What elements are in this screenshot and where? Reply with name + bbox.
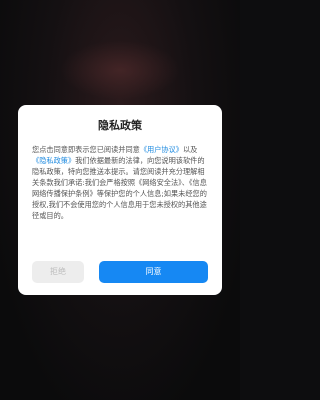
dialog-button-row: 拒绝 同意: [32, 261, 208, 283]
privacy-dialog: 隐私政策 您点击同意即表示您已阅读并同意《用户协议》以及《隐私政策》我们依据最新…: [18, 105, 222, 295]
user-agreement-link[interactable]: 《用户协议》: [140, 145, 183, 154]
body-text-intro: 您点击同意即表示您已阅读并同意: [32, 145, 140, 154]
background-glow: [60, 40, 180, 100]
dialog-body: 您点击同意即表示您已阅读并同意《用户协议》以及《隐私政策》我们依据最新的法律，向…: [32, 144, 208, 221]
privacy-policy-link[interactable]: 《隐私政策》: [32, 156, 75, 165]
reject-button[interactable]: 拒绝: [32, 261, 84, 283]
dialog-title: 隐私政策: [98, 119, 142, 132]
body-text-and: 以及: [182, 145, 198, 154]
body-text-details: 我们依据最新的法律，向您说明该软件的隐私政策，特向您推送本提示。请您阅读并充分理…: [32, 156, 207, 220]
agree-button[interactable]: 同意: [99, 261, 208, 283]
